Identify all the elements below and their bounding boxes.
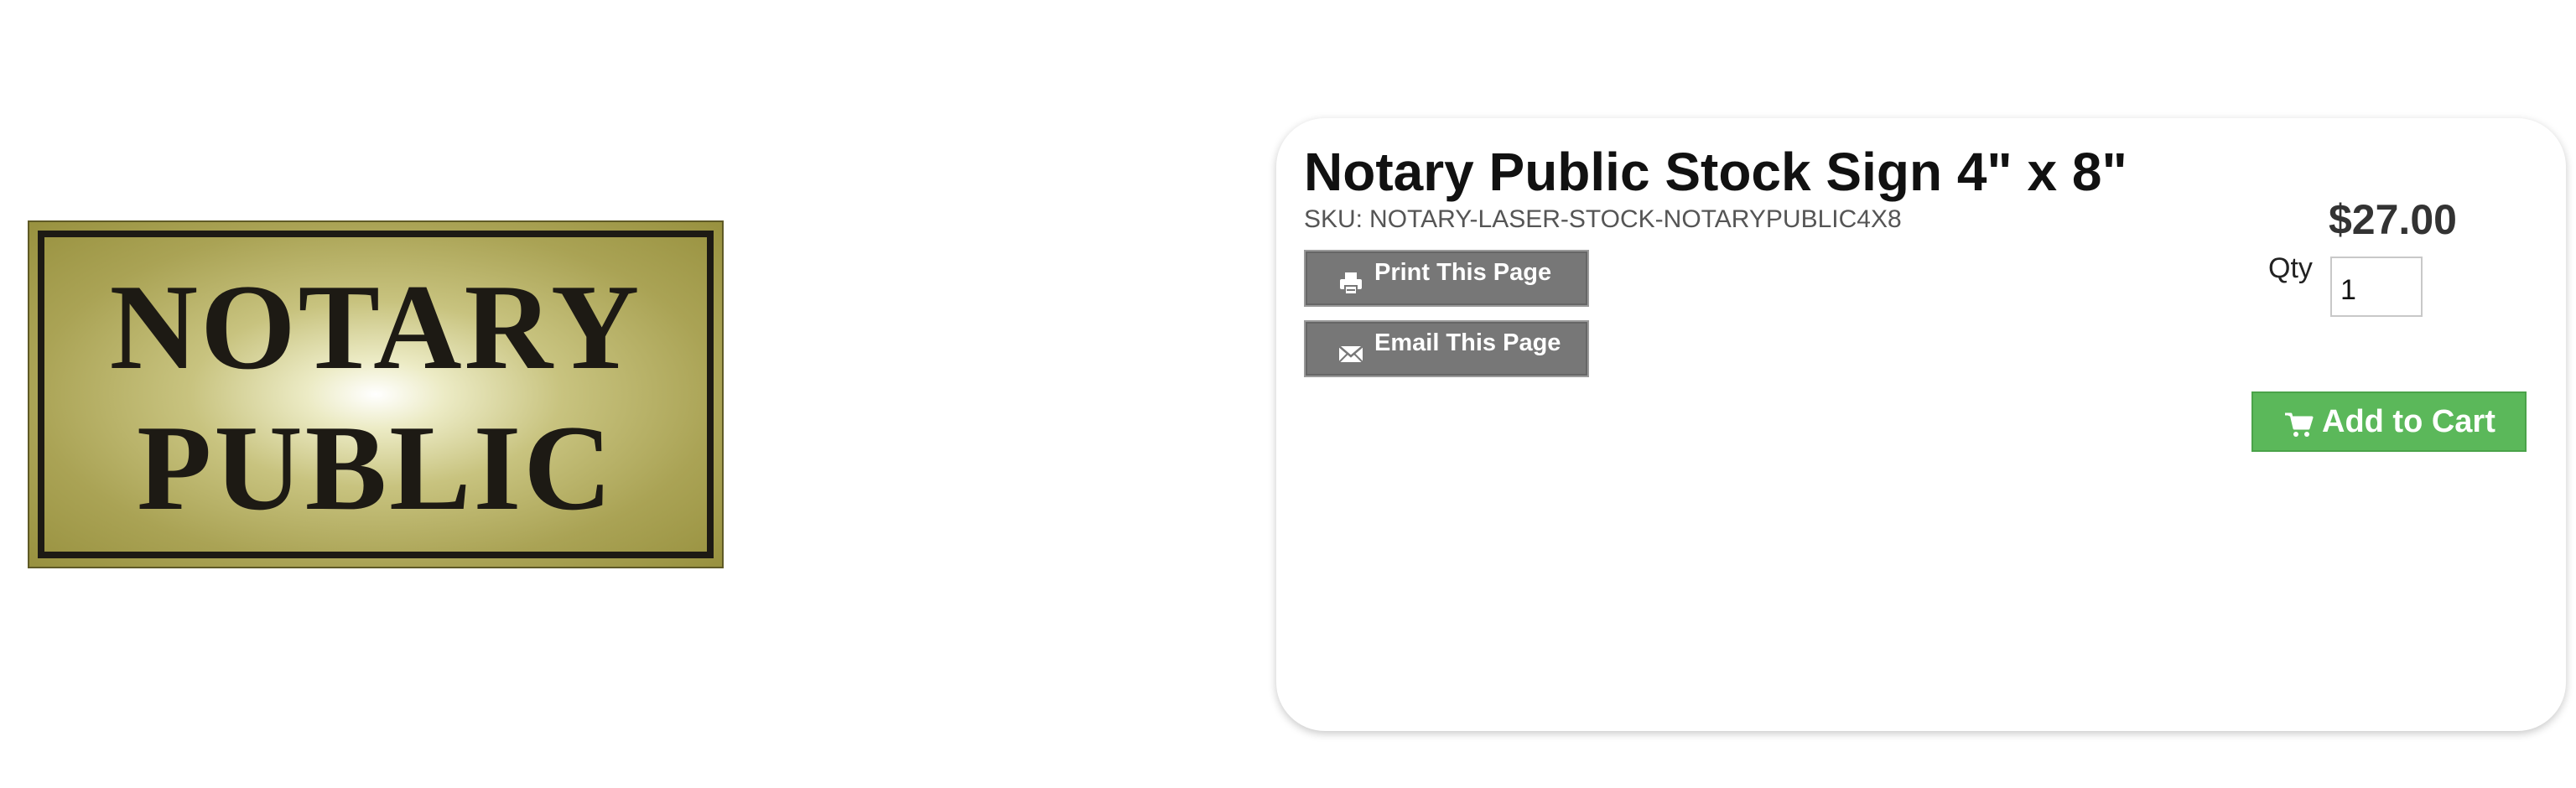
email-page-button[interactable]: Email This Page	[1304, 320, 1589, 377]
sign-text-line-1: NOTARY	[109, 259, 642, 395]
printer-icon	[1337, 270, 1364, 297]
print-page-button[interactable]: Print This Page	[1304, 250, 1589, 307]
product-sku: SKU: NOTARY-LASER-STOCK-NOTARYPUBLIC4X8	[1304, 205, 1902, 234]
add-to-cart-button[interactable]: Add to Cart	[2251, 391, 2527, 452]
cart-icon	[2283, 410, 2314, 438]
product-title: Notary Public Stock Sign 4" x 8"	[1304, 142, 2127, 202]
product-image: NOTARY PUBLIC	[28, 220, 724, 568]
quantity-input[interactable]	[2330, 257, 2423, 317]
sign-text-line-2: PUBLIC	[137, 400, 615, 536]
product-details-card: Notary Public Stock Sign 4" x 8" SKU: NOT…	[1276, 118, 2566, 731]
product-page: NOTARY PUBLIC Notary Public Stock Sign 4…	[0, 0, 2576, 788]
quantity-label: Qty	[2268, 252, 2313, 284]
print-page-label: Print This Page	[1374, 258, 1552, 286]
sku-label: SKU:	[1304, 205, 1363, 233]
add-to-cart-label: Add to Cart	[2322, 403, 2496, 439]
product-price: $27.00	[2329, 196, 2457, 243]
envelope-icon	[1337, 340, 1364, 367]
email-page-label: Email This Page	[1374, 329, 1561, 356]
sku-value: NOTARY-LASER-STOCK-NOTARYPUBLIC4X8	[1369, 205, 1902, 233]
